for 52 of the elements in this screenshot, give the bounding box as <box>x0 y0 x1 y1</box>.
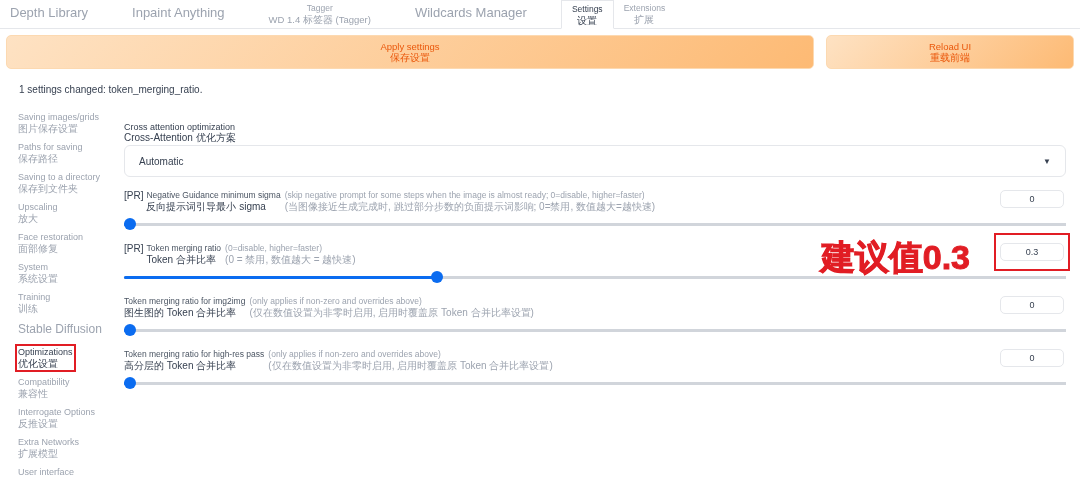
reload-ui-button[interactable]: Reload UI 重载前端 <box>826 35 1074 69</box>
status-message: 1 settings changed: token_merging_ratio. <box>19 84 204 97</box>
sidebar-item[interactable]: Compatibility 兼容性 <box>15 374 73 402</box>
slider-thumb[interactable] <box>124 218 136 230</box>
setting-label: 图生图的 Token 合并比率 <box>124 307 238 318</box>
setting-label: Cross attention optimization <box>124 122 236 132</box>
setting-note: (only applies if non-zero and overrides above) <box>249 296 423 307</box>
annotation-text: 建议值0.3 <box>820 237 970 278</box>
setting-note: (仅在数值设置为非零时启用, 启用时覆盖原 Token 合并比率设置) <box>249 307 534 318</box>
setting-label: Token merging ratio <box>146 243 222 254</box>
number-field[interactable]: 0.3 <box>1000 243 1064 261</box>
setting-note: (only applies if non-zero and overrides above) <box>268 349 442 360</box>
number-field[interactable]: 0 <box>1000 190 1064 208</box>
sidebar-heading: Stable Diffusion <box>18 322 102 336</box>
sidebar-item[interactable]: Training 训练 <box>15 289 54 317</box>
apply-settings-button[interactable]: Apply settings 保存设置 <box>6 35 814 69</box>
tab[interactable]: Inpaint Anything <box>122 0 235 28</box>
setting-note: (仅在数值设置为非零时启用, 启用时覆盖原 Token 合并比率设置) <box>268 360 553 371</box>
tab[interactable]: Wildcards Manager <box>404 0 537 28</box>
sidebar-item[interactable]: Paths for saving 保存路径 <box>15 139 86 167</box>
setting-note: (当图像接近生成完成时, 跳过部分步数的负面提示词影响; 0=禁用, 数值越大=越快速) <box>284 201 656 212</box>
setting-note: (0=disable, higher=faster) <box>225 243 323 254</box>
dropdown-field[interactable]: Automatic ▼ <box>124 145 1066 177</box>
setting-label: 反向提示词引导最小 sigma <box>146 201 267 212</box>
sidebar-item[interactable]: Upscaling 放大 <box>15 199 61 227</box>
number-field[interactable]: 0 <box>1000 349 1064 367</box>
tab[interactable]: Depth Library <box>0 0 99 28</box>
setting-label: 高分层的 Token 合并比率 <box>124 360 238 371</box>
slider-thumb[interactable] <box>124 377 136 389</box>
tab[interactable]: Tagger WD 1.4 标签器 (Tagger) <box>258 0 381 28</box>
setting-label: Cross-Attention 优化方案 <box>124 132 236 143</box>
sidebar-item[interactable]: Optimizations 优化设置 <box>15 344 76 372</box>
slider-thumb[interactable] <box>430 271 443 283</box>
setting-label: Negative Guidance minimum sigma <box>146 190 281 201</box>
sidebar-item[interactable]: User interface <box>15 464 78 481</box>
sidebar-item[interactable]: Saving to a directory 保存到文件夹 <box>15 169 104 197</box>
tab[interactable]: Extensions 扩展 <box>613 0 676 28</box>
tab[interactable]: Settings 设置 <box>560 0 614 29</box>
setting-note: (skip negative prompt for some steps when the image is almost ready; 0=disable, higher=faster) <box>284 190 646 201</box>
setting-label: Token merging ratio for img2img <box>124 296 246 307</box>
setting-note: (0 = 禁用, 数值越大 = 越快速) <box>225 254 356 265</box>
pr-tag: [PR] <box>124 190 144 202</box>
slider-thumb[interactable] <box>124 324 136 336</box>
setting-label: Token merging ratio for high-res pass <box>124 349 265 360</box>
sidebar-item[interactable]: Interrogate Options 反推设置 <box>15 404 99 432</box>
sidebar-item[interactable]: Extra Networks 扩展模型 <box>15 434 82 462</box>
sidebar-item[interactable]: System 系统设置 <box>15 259 61 287</box>
sidebar-item[interactable]: Saving images/grids 图片保存设置 <box>15 109 103 137</box>
setting-label: Token 合并比率 <box>146 254 217 265</box>
sidebar-item[interactable]: Face restoration 面部修复 <box>15 229 87 257</box>
number-field[interactable]: 0 <box>1000 296 1064 314</box>
pr-tag: [PR] <box>124 243 144 255</box>
